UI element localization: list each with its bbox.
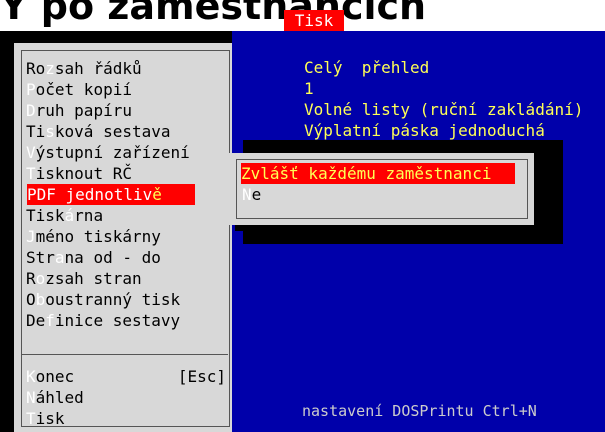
value-paper-type: Volné listy (ruční zakládání)	[304, 100, 584, 119]
value-print-layout: Výplatní páska jednoduchá	[304, 121, 545, 140]
settings-menu-body: Rozsah řádků Počet kopií Druh papíru Tis…	[14, 43, 232, 432]
value-copies: 1	[304, 79, 314, 98]
hotkey: J	[26, 227, 36, 246]
hotkey: V	[26, 143, 36, 162]
menu-item-print-rc[interactable]: Tisknout RČ	[26, 163, 230, 184]
dosprint-settings-hint[interactable]: nastavení DOSPrintu Ctrl+N	[302, 401, 537, 422]
menu-item-duplex[interactable]: Oboustranný tisk	[26, 289, 230, 310]
menu-item-copies[interactable]: Počet kopií	[26, 79, 230, 100]
menu-item-row-range[interactable]: Rozsah řádků	[26, 58, 230, 79]
menu-item-print-layout[interactable]: Tisková sestava	[26, 121, 230, 142]
menu-item-page-range[interactable]: Rozsah stran	[26, 268, 230, 289]
menu-action-exit[interactable]: Konec [Esc]	[26, 366, 230, 387]
option-no[interactable]: Ne	[242, 184, 522, 205]
hotkey: T	[26, 409, 36, 428]
hotkey: N	[242, 185, 252, 204]
hotkey: K	[26, 367, 36, 386]
hotkey: ě	[152, 185, 162, 204]
hotkey: o	[35, 269, 46, 288]
hotkey: D	[26, 101, 36, 120]
hotkey: b	[35, 290, 46, 309]
page-heading: Y po zaměstnancích	[0, 0, 427, 28]
hotkey: T	[26, 164, 36, 183]
hotkey: N	[26, 388, 36, 407]
menu-item-printer-name[interactable]: Jméno tiskárny	[26, 226, 230, 247]
menu-item-report-definition[interactable]: Definice sestavy	[26, 310, 230, 331]
option-per-employee[interactable]: Zvlášť každému zaměstnanci	[241, 163, 515, 184]
settings-menu: Rozsah řádků Počet kopií Druh papíru Tis…	[0, 31, 232, 432]
value-row-range: Celý přehled	[304, 58, 430, 77]
esc-shortcut: [Esc]	[177, 367, 226, 386]
menu-item-printer[interactable]: Tiskárna	[26, 205, 230, 226]
hotkey: f	[45, 311, 55, 330]
pdf-option-popup: Zvlášť každému zaměstnanci Ne	[229, 153, 534, 225]
hotkey: P	[26, 80, 36, 99]
hotkey: á	[64, 206, 75, 225]
hotkey: a	[54, 248, 65, 267]
menu-action-preview[interactable]: Náhled	[26, 387, 230, 408]
hotkey: s	[45, 122, 55, 141]
menu-action-print[interactable]: Tisk	[26, 408, 230, 429]
menu-item-pdf-individually[interactable]: PDF jednotlivě	[27, 184, 195, 205]
menu-separator	[21, 354, 228, 355]
window-title: Tisk	[284, 10, 344, 31]
menu-item-page-from-to[interactable]: Strana od - do	[26, 247, 230, 268]
menu-item-output-device[interactable]: Výstupní zařízení	[26, 142, 230, 163]
hotkey: z	[45, 59, 55, 78]
menu-item-paper-type[interactable]: Druh papíru	[26, 100, 230, 121]
